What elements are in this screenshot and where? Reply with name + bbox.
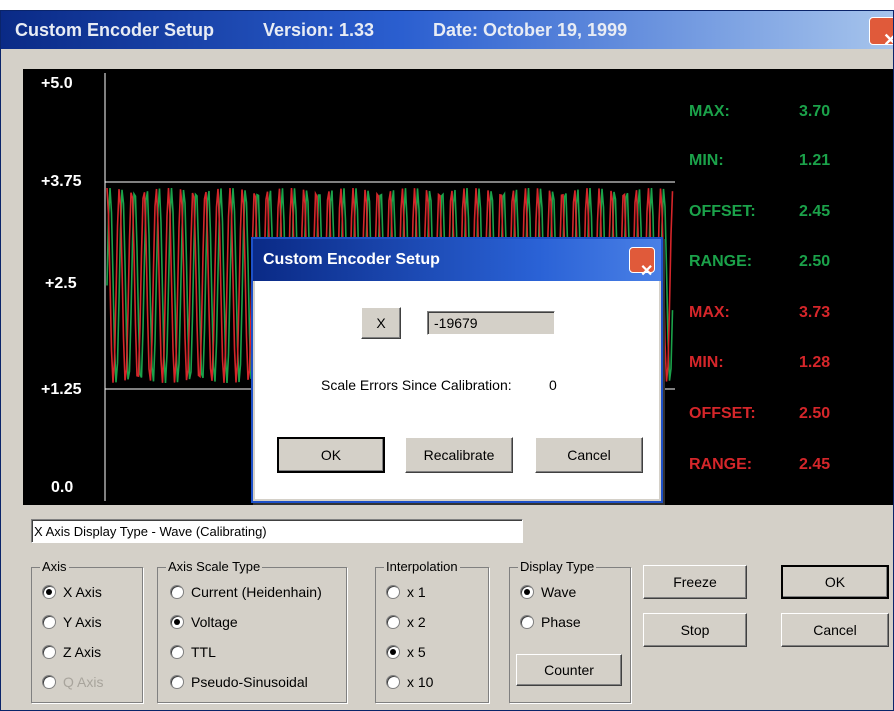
radio-empty-icon bbox=[520, 615, 534, 629]
radio-x-axis[interactable]: X Axis bbox=[42, 584, 102, 600]
status-text-field: X Axis Display Type - Wave (Calibrating) bbox=[31, 519, 523, 543]
radio-selected-icon bbox=[170, 615, 184, 629]
axis-group-label: Axis bbox=[40, 559, 69, 574]
axis-scale-type-group: Axis Scale Type Current (Heidenhain) Vol… bbox=[157, 559, 347, 703]
interpolation-group: Interpolation x 1 x 2 x 5 x 10 bbox=[375, 559, 489, 703]
radio-empty-icon bbox=[170, 585, 184, 599]
stat-red-range: RANGE: 2.45 bbox=[689, 456, 831, 473]
radio-empty-icon bbox=[42, 615, 56, 629]
stat-green-range: RANGE: 2.50 bbox=[689, 253, 831, 270]
radio-selected-icon bbox=[386, 645, 400, 659]
radio-pseudo-sinusoidal[interactable]: Pseudo-Sinusoidal bbox=[170, 674, 308, 690]
dialog-cancel-button[interactable]: Cancel bbox=[535, 437, 643, 473]
radio-interp-x5[interactable]: x 5 bbox=[386, 644, 426, 660]
stat-green-offset: OFFSET: 2.45 bbox=[689, 203, 831, 220]
stat-red-offset: OFFSET: 2.50 bbox=[689, 405, 831, 422]
radio-empty-icon bbox=[170, 645, 184, 659]
radio-empty-icon bbox=[42, 675, 56, 689]
y-label-max: +5.0 bbox=[41, 75, 73, 92]
axis-scale-type-label: Axis Scale Type bbox=[166, 559, 263, 574]
radio-empty-icon bbox=[386, 615, 400, 629]
window-title: Custom Encoder Setup bbox=[15, 20, 215, 40]
date-label: Date: October 19, 1999 bbox=[433, 20, 628, 40]
freeze-button[interactable]: Freeze bbox=[643, 565, 747, 599]
radio-interp-x1[interactable]: x 1 bbox=[386, 584, 426, 600]
version-label: Version: 1.33 bbox=[263, 20, 375, 40]
radio-selected-icon bbox=[520, 585, 534, 599]
calibration-dialog: Custom Encoder Setup ✕ X -19679 Scale Er… bbox=[251, 237, 663, 503]
dialog-body: X -19679 Scale Errors Since Calibration:… bbox=[255, 281, 659, 499]
radio-empty-icon bbox=[386, 585, 400, 599]
radio-wave[interactable]: Wave bbox=[520, 584, 576, 600]
radio-interp-x2[interactable]: x 2 bbox=[386, 614, 426, 630]
stat-green-min: MIN: 1.21 bbox=[689, 152, 831, 169]
radio-empty-icon bbox=[170, 675, 184, 689]
axis-group: Axis X Axis Y Axis Z Axis Q Axis bbox=[31, 559, 143, 703]
counter-button[interactable]: Counter bbox=[516, 654, 622, 686]
interpolation-label: Interpolation bbox=[384, 559, 460, 574]
y-label-lower: +1.25 bbox=[41, 381, 82, 398]
radio-voltage[interactable]: Voltage bbox=[170, 614, 238, 630]
radio-interp-x10[interactable]: x 10 bbox=[386, 674, 433, 690]
display-type-label: Display Type bbox=[518, 559, 597, 574]
dialog-title-bar: Custom Encoder Setup ✕ bbox=[253, 239, 661, 281]
display-type-group: Display Type Wave Phase Counter bbox=[509, 559, 631, 703]
y-label-mid: +2.5 bbox=[45, 275, 77, 292]
radio-empty-icon bbox=[42, 645, 56, 659]
radio-z-axis[interactable]: Z Axis bbox=[42, 644, 101, 660]
main-cancel-button[interactable]: Cancel bbox=[781, 613, 889, 647]
title-bar: Custom Encoder Setup Version: 1.33 Date:… bbox=[1, 11, 893, 50]
radio-selected-icon bbox=[42, 585, 56, 599]
radio-y-axis[interactable]: Y Axis bbox=[42, 614, 102, 630]
close-icon: ✕ bbox=[883, 27, 893, 53]
recalibrate-button[interactable]: Recalibrate bbox=[405, 437, 513, 473]
axis-select-button[interactable]: X bbox=[361, 307, 401, 339]
radio-q-axis: Q Axis bbox=[42, 674, 103, 690]
radio-phase[interactable]: Phase bbox=[520, 614, 581, 630]
scale-errors-value: 0 bbox=[549, 377, 557, 393]
dialog-ok-button[interactable]: OK bbox=[277, 437, 385, 473]
radio-current-heidenhain[interactable]: Current (Heidenhain) bbox=[170, 584, 322, 600]
scale-errors-label: Scale Errors Since Calibration: bbox=[321, 377, 512, 393]
encoder-count-field: -19679 bbox=[427, 311, 555, 335]
dialog-title: Custom Encoder Setup bbox=[263, 251, 440, 268]
encoder-setup-window: Custom Encoder Setup Version: 1.33 Date:… bbox=[0, 10, 894, 711]
stat-red-max: MAX: 3.73 bbox=[689, 304, 831, 321]
y-label-zero: 0.0 bbox=[51, 479, 74, 496]
stat-green-max: MAX: 3.70 bbox=[689, 103, 831, 120]
radio-ttl[interactable]: TTL bbox=[170, 644, 216, 660]
dialog-close-button[interactable]: ✕ bbox=[629, 247, 655, 280]
radio-empty-icon bbox=[386, 675, 400, 689]
stop-button[interactable]: Stop bbox=[643, 613, 747, 647]
y-label-upper: +3.75 bbox=[41, 173, 82, 190]
main-ok-button[interactable]: OK bbox=[781, 565, 889, 599]
window-close-button[interactable]: ✕ bbox=[869, 17, 893, 50]
stat-red-min: MIN: 1.28 bbox=[689, 354, 831, 371]
